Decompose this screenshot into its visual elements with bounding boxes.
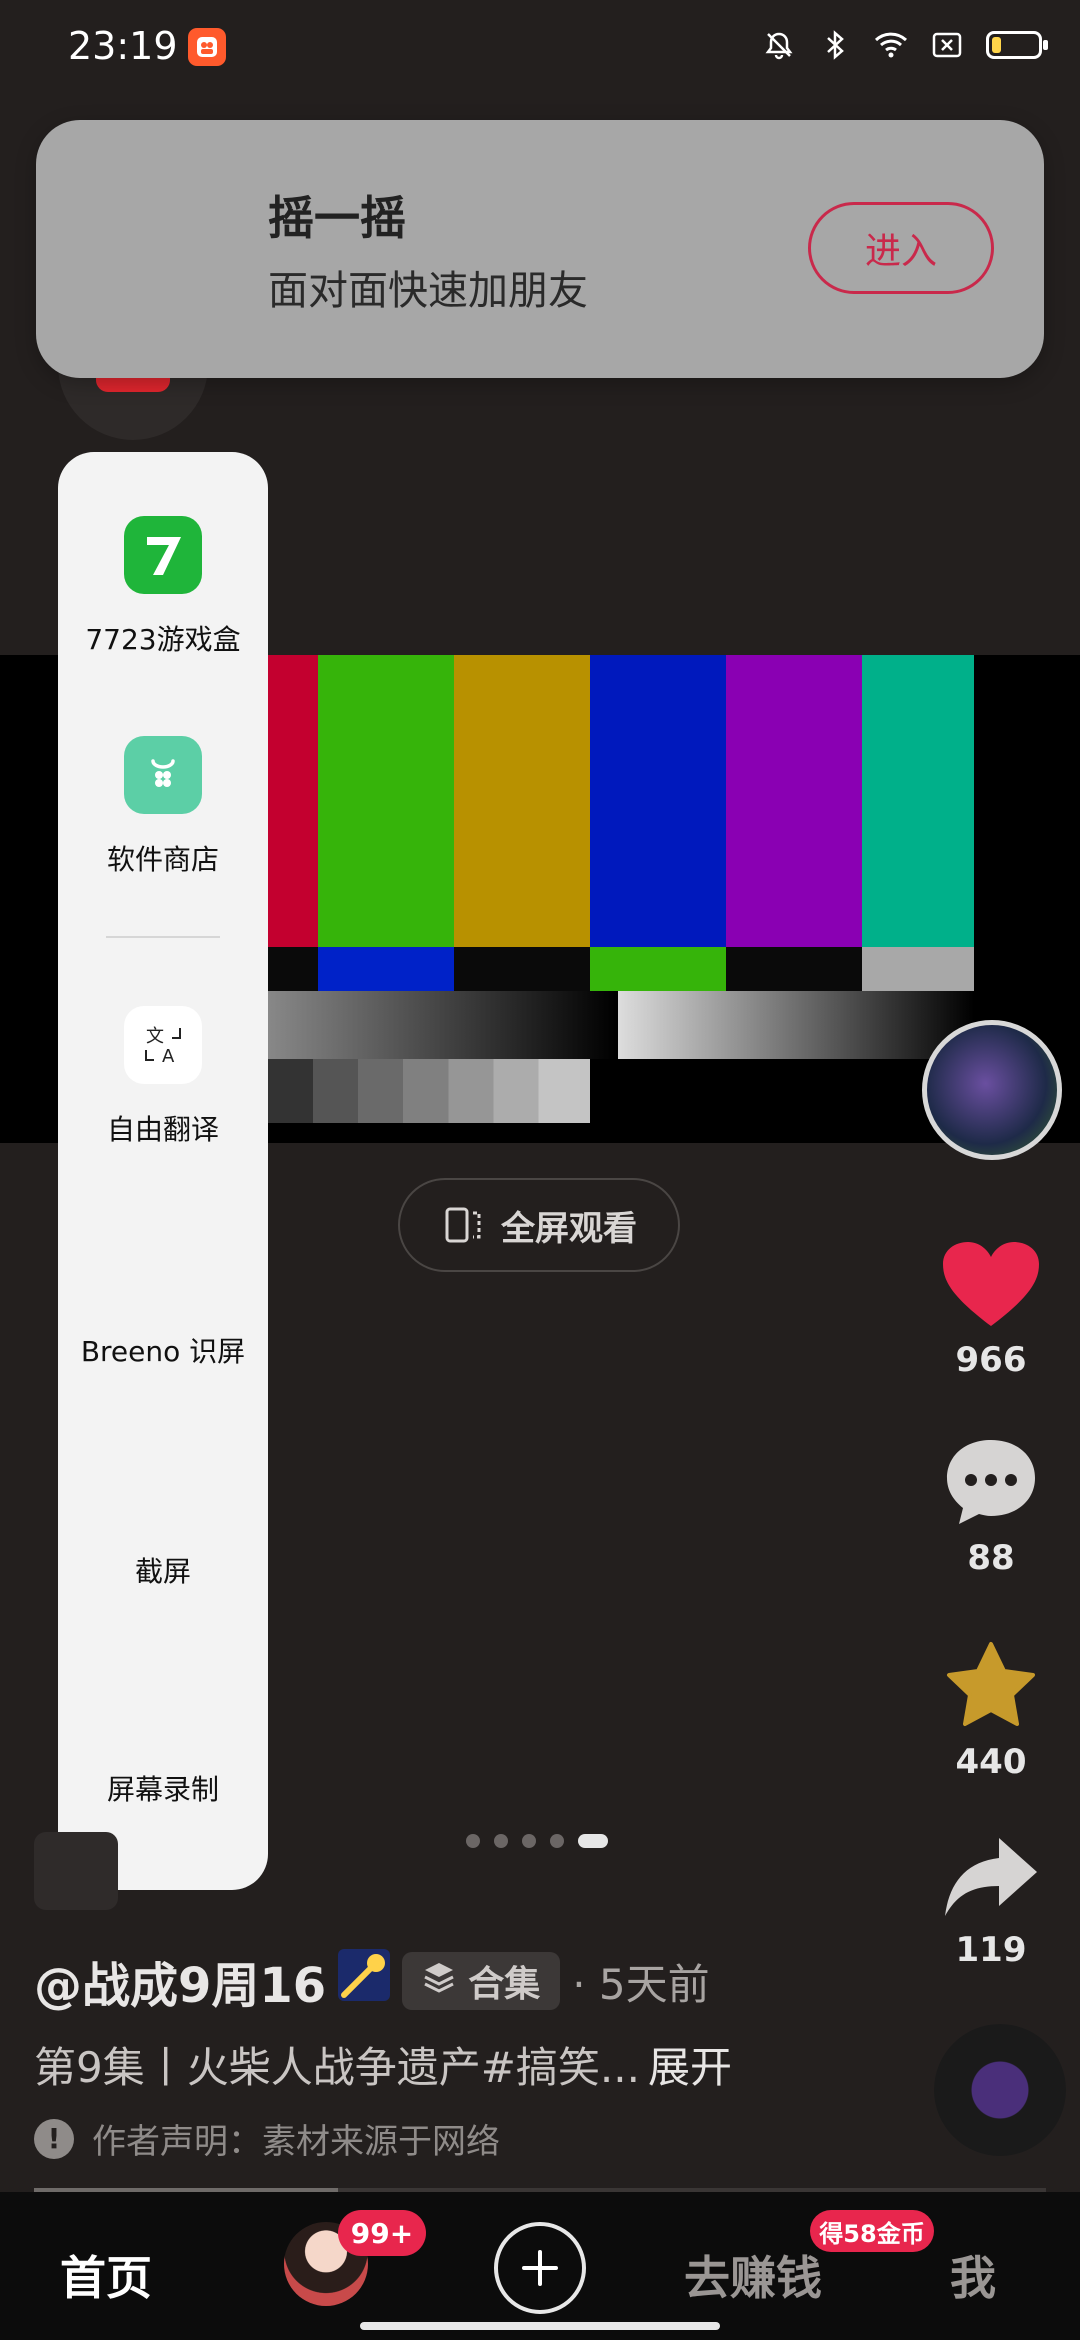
sidebar-item-label: 自由翻译	[106, 1113, 219, 1146]
share-arrow-icon	[943, 1834, 1039, 1924]
create-post-button[interactable]	[494, 2222, 586, 2314]
like-action[interactable]: 966	[916, 1240, 1066, 1380]
battery-icon	[986, 31, 1048, 59]
share-action[interactable]: 119	[916, 1834, 1066, 1970]
carousel-dot	[550, 1834, 564, 1848]
sidebar-item-label: 截屏	[134, 1555, 191, 1588]
comet-emoji-icon	[338, 1949, 391, 2013]
warning-icon: !	[34, 2118, 74, 2159]
sidebar-divider	[106, 936, 220, 938]
tab-me[interactable]: 我	[950, 2242, 996, 2308]
no-sim-icon	[930, 28, 964, 62]
description-text: 第9集丨火柴人战争遗产#搞笑...	[34, 2043, 640, 2092]
svg-text:A: A	[162, 1046, 175, 1067]
sidebar-item-label: 7723游戏盒	[85, 623, 241, 656]
favorite-count: 440	[955, 1742, 1027, 1782]
kuaishou-icon	[188, 28, 226, 66]
notice-text: 作者声明：素材来源于网络	[92, 2122, 500, 2162]
status-bar: 23:19	[0, 0, 1080, 96]
mute-bell-icon	[762, 28, 796, 62]
share-count: 119	[955, 1930, 1027, 1970]
game-box-icon	[124, 516, 202, 594]
star-icon	[943, 1640, 1039, 1736]
wifi-icon	[874, 28, 908, 62]
app-store-icon	[124, 736, 202, 814]
author-name[interactable]: @战成9周16	[34, 1946, 326, 2016]
fullscreen-button[interactable]: 全屏观看	[398, 1178, 680, 1272]
comment-icon	[943, 1436, 1039, 1532]
carousel-dot	[466, 1834, 480, 1848]
screen-record-icon	[124, 1666, 202, 1744]
expand-link[interactable]: 展开	[648, 2043, 732, 2092]
collection-label: 合集	[468, 1964, 541, 2005]
banner-title: 摇一摇	[268, 191, 406, 245]
like-count: 966	[955, 1340, 1027, 1380]
earn-badge: 得58金币	[810, 2210, 934, 2252]
sidebar-item-label: 屏幕录制	[106, 1773, 219, 1806]
tab-home[interactable]: 首页	[60, 2242, 152, 2308]
collection-tag[interactable]: 合集	[402, 1952, 561, 2010]
smart-sidebar: 7723游戏盒 软件商店 文A 自由翻译 Breeno 识屏 截屏 屏幕录制	[58, 452, 268, 1890]
hidden-overlay-tag	[34, 1832, 118, 1910]
tab-earn[interactable]: 去赚钱	[684, 2242, 822, 2308]
sidebar-item-app-store[interactable]: 软件商店	[58, 736, 268, 878]
shake-notification-banner[interactable]: 摇一摇 面对面快速加朋友 进入	[36, 120, 1044, 378]
comment-action[interactable]: 88	[916, 1436, 1066, 1578]
post-time: · 5天前	[572, 1959, 710, 2009]
rotate-screen-icon	[441, 1203, 485, 1247]
friends-badge: 99+	[338, 2210, 426, 2256]
heart-icon	[941, 1240, 1041, 1334]
svg-text:文: 文	[146, 1026, 164, 1047]
carousel-indicator	[466, 1834, 608, 1848]
carousel-dot	[522, 1834, 536, 1848]
screenshot-icon	[124, 1448, 202, 1526]
enter-button[interactable]: 进入	[808, 202, 994, 294]
favorite-action[interactable]: 440	[916, 1640, 1066, 1782]
author-notice: ! 作者声明：素材来源于网络	[34, 2114, 500, 2163]
music-disc-icon[interactable]	[934, 2024, 1066, 2156]
carousel-dot	[494, 1834, 508, 1848]
post-author-row: @战成9周16 合集 · 5天前	[34, 1946, 710, 2016]
sidebar-item-label: 软件商店	[106, 843, 219, 876]
post-description[interactable]: 第9集丨火柴人战争遗产#搞笑... 展开	[34, 2034, 732, 2095]
sidebar-item-screenshot[interactable]: 截屏	[58, 1448, 268, 1590]
sidebar-item-screen-record[interactable]: 屏幕录制	[58, 1666, 268, 1808]
home-indicator[interactable]	[360, 2322, 720, 2330]
bottom-nav: 首页 99+ 去赚钱 得58金币 我	[0, 2192, 1080, 2340]
sidebar-item-translate[interactable]: 文A 自由翻译	[58, 1006, 268, 1148]
sidebar-item-label: Breeno 识屏	[80, 1335, 246, 1368]
fullscreen-label: 全屏观看	[501, 1208, 637, 1249]
layers-icon	[422, 1960, 456, 2003]
carousel-dot-active	[578, 1834, 608, 1848]
status-icons	[762, 28, 1048, 62]
sidebar-item-7723[interactable]: 7723游戏盒	[58, 516, 268, 658]
translate-icon: 文A	[124, 1006, 202, 1084]
author-avatar[interactable]	[922, 1020, 1062, 1160]
comment-count: 88	[967, 1538, 1015, 1578]
sidebar-item-breeno[interactable]: Breeno 识屏	[58, 1228, 268, 1370]
breeno-icon	[124, 1228, 202, 1306]
status-time: 23:19	[68, 24, 178, 68]
banner-subtitle: 面对面快速加朋友	[268, 268, 588, 314]
bluetooth-icon	[818, 28, 852, 62]
